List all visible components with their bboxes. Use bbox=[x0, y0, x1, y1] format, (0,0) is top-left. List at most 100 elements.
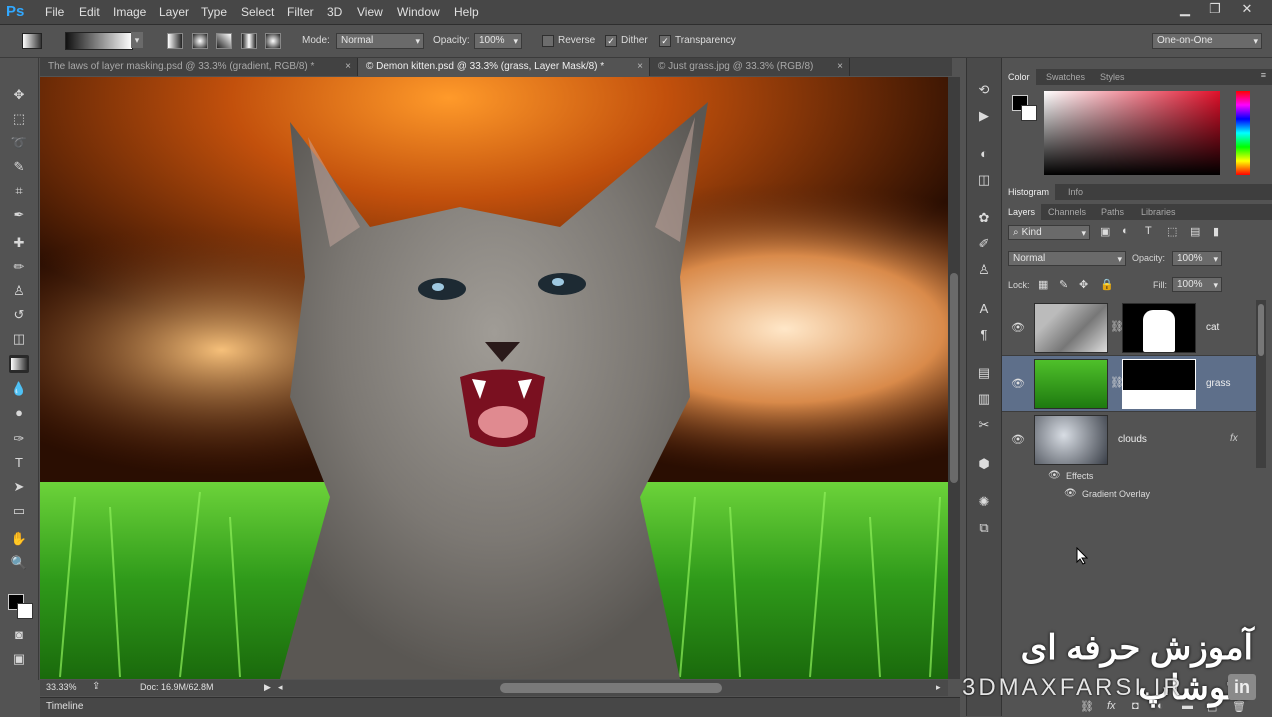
tab-info[interactable]: Info bbox=[1062, 184, 1089, 200]
background-color-swatch[interactable] bbox=[17, 603, 33, 619]
filter-adjustment-icon[interactable]: ◐ bbox=[1122, 225, 1129, 237]
marquee-tool-icon[interactable]: ⬚ bbox=[9, 110, 29, 128]
clone-stamp-tool-icon[interactable]: ♙ bbox=[9, 282, 29, 300]
filter-type-icon[interactable]: T bbox=[1145, 225, 1152, 237]
brush-tool-icon[interactable]: ✏ bbox=[9, 258, 29, 276]
gradient-overlay-effect[interactable]: Gradient Overlay bbox=[1082, 489, 1150, 499]
layer-opacity-field[interactable]: 100% bbox=[1172, 251, 1222, 266]
menu-image[interactable]: Image bbox=[113, 5, 146, 19]
vertical-scrollbar[interactable] bbox=[948, 77, 960, 679]
lock-position-icon[interactable]: ✥ bbox=[1079, 278, 1088, 291]
close-tab-icon[interactable]: × bbox=[837, 58, 843, 76]
linear-gradient-icon[interactable] bbox=[167, 33, 183, 49]
layer-row-clouds[interactable]: 👁 clouds fx bbox=[1002, 412, 1256, 467]
actions-play-icon[interactable]: ▶ bbox=[975, 107, 993, 125]
healing-brush-tool-icon[interactable]: ✚ bbox=[9, 234, 29, 252]
panel-bg-swatch[interactable] bbox=[1021, 105, 1037, 121]
quick-mask-icon[interactable]: ◙ bbox=[9, 626, 29, 644]
filter-shape-icon[interactable]: ⬚ bbox=[1167, 225, 1177, 238]
3d-icon[interactable]: ⬢ bbox=[975, 455, 993, 473]
horizontal-scroll-thumb[interactable] bbox=[500, 683, 722, 693]
dither-checkbox[interactable]: ✓ bbox=[605, 35, 617, 47]
visibility-eye-icon[interactable]: 👁 bbox=[1011, 433, 1025, 446]
tool-presets-icon[interactable]: ✂ bbox=[975, 416, 993, 434]
tab-demon-kitten[interactable]: © Demon kitten.psd @ 33.3% (grass, Layer… bbox=[358, 58, 650, 76]
gradient-overlay-eye-icon[interactable]: 👁 bbox=[1064, 488, 1077, 499]
workspace-select[interactable]: One-on-One bbox=[1152, 33, 1262, 49]
menu-file[interactable]: File bbox=[45, 5, 64, 19]
menu-window[interactable]: Window bbox=[397, 5, 440, 19]
hscroll-left-icon[interactable]: ◂ bbox=[278, 682, 283, 693]
visibility-eye-icon[interactable]: 👁 bbox=[1011, 321, 1025, 334]
layer-row-cat[interactable]: 👁 ⛓ cat bbox=[1002, 300, 1256, 356]
filter-toggle-icon[interactable]: ▮ bbox=[1213, 225, 1219, 238]
brush-presets-icon[interactable]: ✿ bbox=[975, 209, 993, 227]
menu-3d[interactable]: 3D bbox=[327, 5, 342, 19]
navigator-icon[interactable]: ✺ bbox=[975, 493, 993, 511]
brush-settings-icon[interactable]: ✐ bbox=[975, 235, 993, 253]
gradient-picker[interactable] bbox=[65, 32, 133, 50]
blur-tool-icon[interactable]: 💧 bbox=[9, 380, 29, 398]
restore-button[interactable]: ❐ bbox=[1200, 0, 1230, 20]
status-arrow-icon[interactable]: ▶ bbox=[264, 682, 271, 693]
layers-scrollbar[interactable] bbox=[1256, 300, 1266, 468]
layer-name[interactable]: grass bbox=[1206, 378, 1230, 389]
path-selection-tool-icon[interactable]: ➤ bbox=[9, 478, 29, 496]
hue-slider[interactable] bbox=[1236, 91, 1250, 175]
zoom-tool-icon[interactable]: 🔍 bbox=[9, 554, 29, 572]
tab-color[interactable]: Color bbox=[1002, 69, 1036, 85]
layer-thumbnail[interactable] bbox=[1034, 359, 1108, 409]
effects-eye-icon[interactable]: 👁 bbox=[1048, 470, 1061, 481]
mode-select[interactable]: Normal bbox=[336, 33, 424, 49]
layer-mask-thumbnail[interactable] bbox=[1122, 303, 1196, 353]
tab-swatches[interactable]: Swatches bbox=[1040, 69, 1091, 85]
quick-selection-tool-icon[interactable]: ✎ bbox=[9, 158, 29, 176]
layer-kind-filter[interactable]: ⌕ Kind bbox=[1008, 225, 1090, 240]
paragraph-icon[interactable]: ¶ bbox=[975, 326, 993, 344]
dodge-tool-icon[interactable]: ● bbox=[9, 404, 29, 422]
eyedropper-tool-icon[interactable]: ✒ bbox=[9, 206, 29, 224]
visibility-eye-icon[interactable]: 👁 bbox=[1011, 377, 1025, 390]
color-field[interactable] bbox=[1044, 91, 1220, 175]
history-brush-tool-icon[interactable]: ↺ bbox=[9, 306, 29, 324]
menu-select[interactable]: Select bbox=[241, 5, 274, 19]
menu-layer[interactable]: Layer bbox=[159, 5, 189, 19]
tab-just-grass[interactable]: © Just grass.jpg @ 33.3% (RGB/8) × bbox=[650, 58, 850, 76]
gradient-tool-icon[interactable] bbox=[9, 355, 29, 373]
layer-fx-icon[interactable]: fx bbox=[1230, 433, 1238, 444]
type-tool-icon[interactable]: T bbox=[9, 454, 29, 472]
scroll-thumb[interactable] bbox=[950, 273, 958, 483]
lock-transparent-icon[interactable]: ▦ bbox=[1038, 278, 1048, 291]
zoom-level[interactable]: 33.33% bbox=[46, 682, 77, 692]
layer-mask-thumbnail[interactable] bbox=[1122, 359, 1196, 409]
adjustments-icon[interactable]: ◐ bbox=[975, 145, 993, 163]
opacity-field[interactable]: 100% bbox=[474, 33, 522, 49]
reverse-checkbox[interactable] bbox=[542, 35, 554, 47]
fill-field[interactable]: 100% bbox=[1172, 277, 1222, 292]
screen-mode-icon[interactable]: ▣ bbox=[9, 650, 29, 668]
minimize-button[interactable]: ▁ bbox=[1170, 0, 1200, 20]
menu-view[interactable]: View bbox=[357, 5, 383, 19]
export-icon[interactable]: ⇪ bbox=[92, 681, 100, 692]
tab-channels[interactable]: Channels bbox=[1042, 204, 1092, 220]
crop-tool-icon[interactable]: ⌗ bbox=[9, 182, 29, 200]
menu-help[interactable]: Help bbox=[454, 5, 479, 19]
angle-gradient-icon[interactable] bbox=[216, 33, 232, 49]
close-tab-icon[interactable]: × bbox=[345, 58, 351, 76]
gradient-tool-preset-icon[interactable] bbox=[22, 33, 42, 49]
layer-thumbnail[interactable] bbox=[1034, 303, 1108, 353]
menu-type[interactable]: Type bbox=[201, 5, 227, 19]
blend-mode-select[interactable]: Normal bbox=[1008, 251, 1126, 266]
gradient-picker-arrow-icon[interactable]: ▾ bbox=[131, 32, 143, 48]
notes-icon[interactable]: ▤ bbox=[975, 364, 993, 382]
history-icon[interactable]: ⟲ bbox=[975, 81, 993, 99]
radial-gradient-icon[interactable] bbox=[192, 33, 208, 49]
properties-icon[interactable]: ◫ bbox=[975, 171, 993, 189]
menu-edit[interactable]: Edit bbox=[79, 5, 100, 19]
tab-histogram[interactable]: Histogram bbox=[1002, 184, 1056, 200]
tab-libraries[interactable]: Libraries bbox=[1135, 204, 1182, 220]
timeline-panel[interactable]: Timeline bbox=[40, 697, 960, 717]
layer-name[interactable]: clouds bbox=[1118, 434, 1147, 445]
filter-pixel-icon[interactable]: ▣ bbox=[1100, 225, 1110, 238]
move-tool-icon[interactable]: ✥ bbox=[9, 86, 29, 104]
